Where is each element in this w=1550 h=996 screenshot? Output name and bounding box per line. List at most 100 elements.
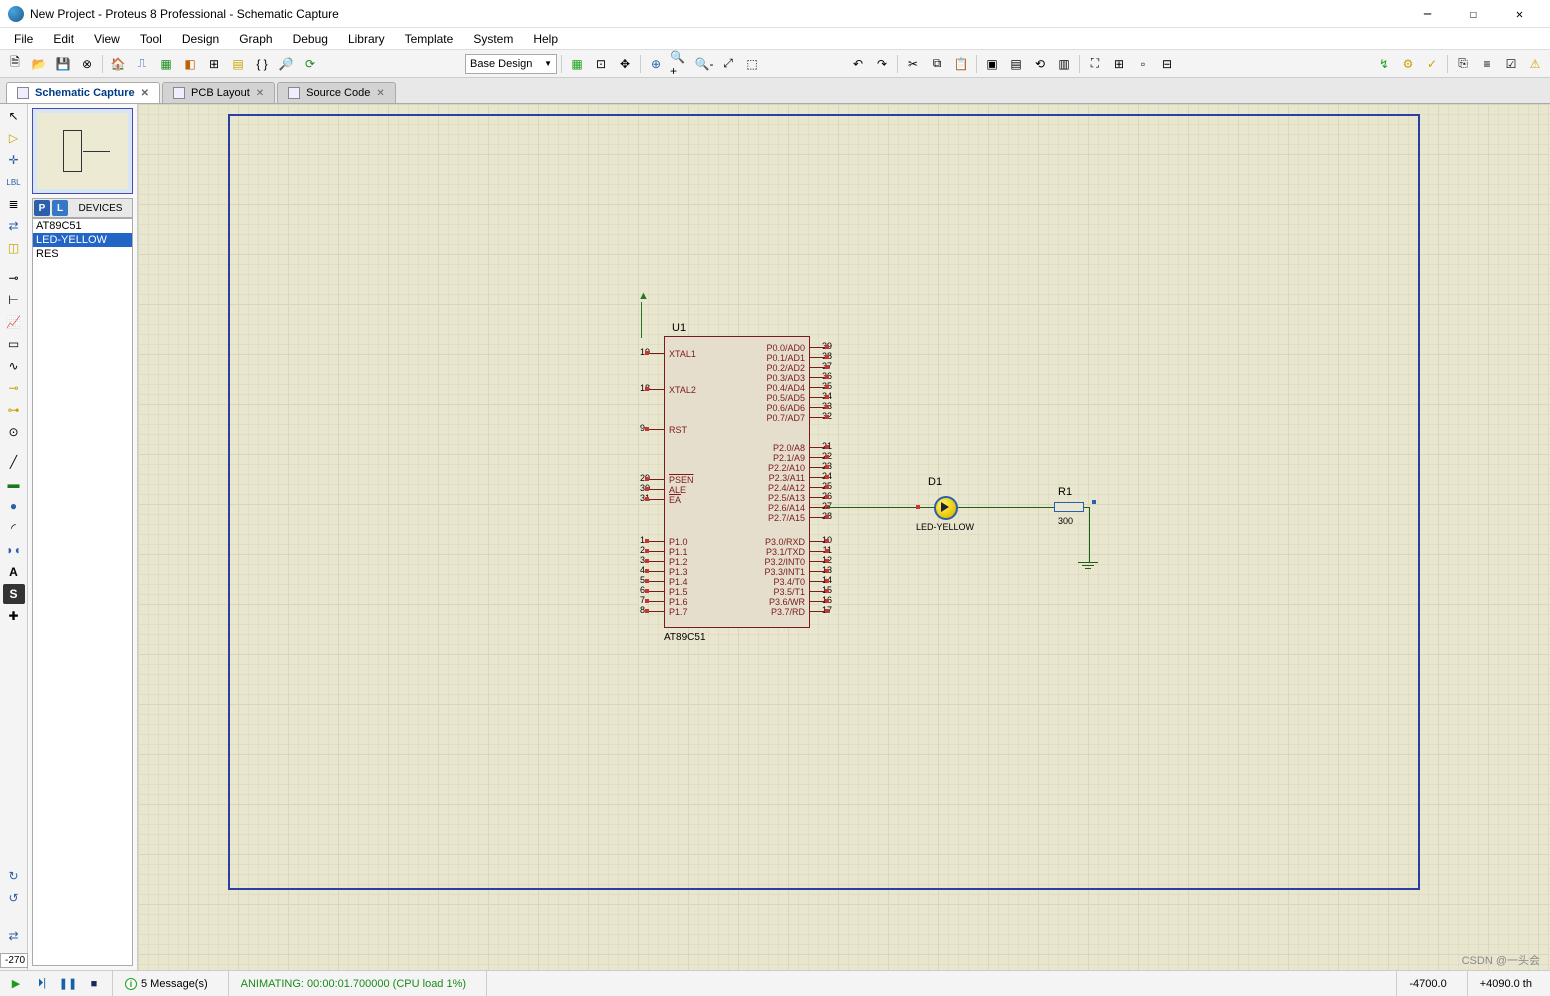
text-2d-icon[interactable]: A [3,562,25,582]
graph-mode-icon[interactable]: 📈 [3,312,25,332]
maximize-button[interactable]: ☐ [1451,3,1496,25]
wire-r1-gnd-v[interactable] [1089,507,1090,562]
source-icon[interactable]: { } [251,53,273,75]
subcircuit-icon[interactable]: ◫ [3,238,25,258]
bom-icon[interactable]: ▤ [227,53,249,75]
schematic-tab-icon[interactable]: ⎍ [131,53,153,75]
component-u1[interactable]: XTAL119XTAL218RST9PSEN29ALE30EA31P1.01P1… [664,336,810,628]
generator-icon[interactable]: ∿ [3,356,25,376]
property-icon[interactable]: ⚙ [1397,53,1419,75]
tab-source-code[interactable]: Source Code✕ [277,82,396,103]
block-rotate-icon[interactable]: ⟲ [1029,53,1051,75]
bus-mode-icon[interactable]: ⇄ [3,216,25,236]
rotate-ccw-icon[interactable]: ↺ [3,888,25,908]
tab-close-icon[interactable]: ✕ [376,88,384,99]
mirror-h-icon[interactable]: ⇄ [3,926,25,946]
rotate-cw-icon[interactable]: ↻ [3,866,25,886]
package-icon[interactable]: ▫ [1132,53,1154,75]
step-button[interactable]: ⏵| [32,975,52,993]
target-icon[interactable]: ⊕ [645,53,667,75]
probe-i-icon[interactable]: ⊶ [3,400,25,420]
box-2d-icon[interactable]: ▬ [3,474,25,494]
pcb-tab-icon[interactable]: ▦ [155,53,177,75]
cut-icon[interactable]: ✂ [902,53,924,75]
library-icon[interactable]: ⊞ [1108,53,1130,75]
component-r1[interactable] [1054,502,1084,512]
excl-icon[interactable]: ⚠ [1524,53,1546,75]
messages-segment[interactable]: i 5 Message(s) [112,971,220,996]
gerber-icon[interactable]: ⊞ [203,53,225,75]
path-2d-icon[interactable]: ◗◖ [3,540,25,560]
refresh-icon[interactable]: ⟳ [299,53,321,75]
stop-button[interactable]: ■ [84,975,104,993]
device-item[interactable]: LED-YELLOW [33,233,132,247]
paste-icon[interactable]: 📋 [950,53,972,75]
tab-close-icon[interactable]: ✕ [141,88,149,99]
block-move-icon[interactable]: ▤ [1005,53,1027,75]
device-list[interactable]: AT89C51LED-YELLOWRES [32,218,133,966]
menu-view[interactable]: View [84,30,130,48]
wire-autoroute-icon[interactable]: ↯ [1373,53,1395,75]
bom2-icon[interactable]: ≡ [1476,53,1498,75]
new-file-icon[interactable]: 🗎 [4,53,26,75]
close-icon[interactable]: ⊗ [76,53,98,75]
minimize-button[interactable]: ─ [1405,3,1450,25]
schematic-canvas[interactable]: ▲ U1 XTAL119XTAL218RST9PSEN29ALE30EA31P1… [138,104,1550,970]
text-script-icon[interactable]: ≣ [3,194,25,214]
label-mode-icon[interactable]: LBL [3,172,25,192]
block-delete-icon[interactable]: ▥ [1053,53,1075,75]
junction-icon[interactable]: ✛ [3,150,25,170]
marker-2d-icon[interactable]: ✚ [3,606,25,626]
pick-icon[interactable]: ⛶ [1084,53,1106,75]
instrument-icon[interactable]: ⊙ [3,422,25,442]
device-item[interactable]: AT89C51 [33,219,132,233]
pick-libraries-button[interactable]: L [52,200,68,216]
home-icon[interactable]: 🏠 [107,53,129,75]
pause-button[interactable]: ❚❚ [58,975,78,993]
tab-pcb-layout[interactable]: PCB Layout✕ [162,82,275,103]
tape-icon[interactable]: ▭ [3,334,25,354]
probe-v-icon[interactable]: ⊸ [3,378,25,398]
tab-schematic-capture[interactable]: Schematic Capture✕ [6,82,160,103]
search-icon[interactable]: 🔎 [275,53,297,75]
menu-file[interactable]: File [4,30,43,48]
part-preview[interactable] [32,108,133,194]
grid-icon[interactable]: ▦ [566,53,588,75]
menu-template[interactable]: Template [395,30,464,48]
device-item[interactable]: RES [33,247,132,261]
menu-system[interactable]: System [463,30,523,48]
origin-icon[interactable]: ✥ [614,53,636,75]
zoom-in-icon[interactable]: 🔍+ [669,53,691,75]
circle-2d-icon[interactable]: ● [3,496,25,516]
snap-icon[interactable]: ⊡ [590,53,612,75]
component-mode-icon[interactable]: ▷ [3,128,25,148]
symbol-2d-icon[interactable]: S [3,584,25,604]
3d-icon[interactable]: ◧ [179,53,201,75]
save-icon[interactable]: 💾 [52,53,74,75]
copy-icon[interactable]: ⧉ [926,53,948,75]
erc2-icon[interactable]: ☑ [1500,53,1522,75]
device-pin-icon[interactable]: ⊢ [3,290,25,310]
tab-close-icon[interactable]: ✕ [256,88,264,99]
menu-design[interactable]: Design [172,30,229,48]
menu-edit[interactable]: Edit [43,30,84,48]
undo-icon[interactable]: ↶ [847,53,869,75]
menu-library[interactable]: Library [338,30,395,48]
pick-parts-button[interactable]: P [34,200,50,216]
menu-help[interactable]: Help [523,30,568,48]
wire-d1-r1[interactable] [958,507,1054,508]
erc-icon[interactable]: ✓ [1421,53,1443,75]
zoom-area-icon[interactable]: ⬚ [741,53,763,75]
arc-2d-icon[interactable]: ◜ [3,518,25,538]
close-button[interactable]: ✕ [1497,3,1542,25]
line-2d-icon[interactable]: ╱ [3,452,25,472]
design-variant-combo[interactable]: Base Design ▼ [465,54,557,74]
selection-mode-icon[interactable]: ↖ [3,106,25,126]
zoom-fit-icon[interactable]: ⤢ [717,53,739,75]
block-copy-icon[interactable]: ▣ [981,53,1003,75]
zoom-out-icon[interactable]: 🔍- [693,53,715,75]
menu-graph[interactable]: Graph [229,30,282,48]
menu-debug[interactable]: Debug [283,30,338,48]
netlist-icon[interactable]: ⎘ [1452,53,1474,75]
redo-icon[interactable]: ↷ [871,53,893,75]
